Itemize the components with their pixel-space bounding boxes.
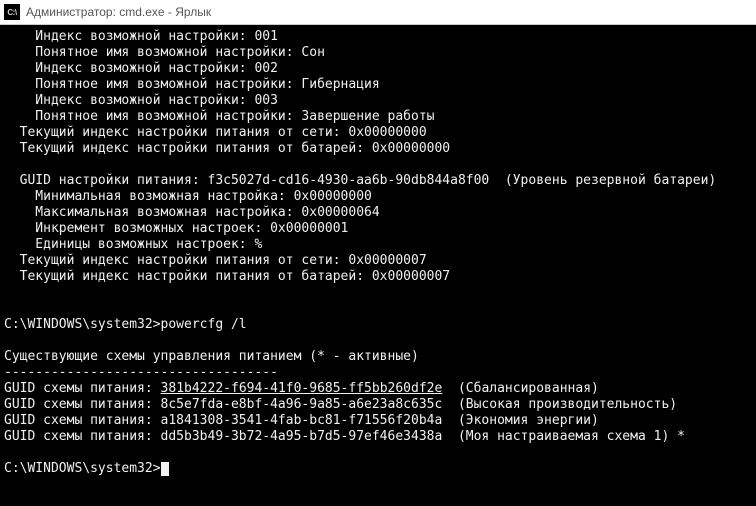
console-line: Индекс возможной настройки: 003 (4, 93, 756, 109)
console-line (4, 445, 756, 461)
console-line: GUID схемы питания: 8c5e7fda-e8bf-4a96-9… (4, 397, 756, 413)
console-line: Максимальная возможная настройка: 0x0000… (4, 205, 756, 221)
console-line: Текущий индекс настройки питания от сети… (4, 125, 756, 141)
console-line: Текущий индекс настройки питания от сети… (4, 253, 756, 269)
console-line: ----------------------------------- (4, 365, 756, 381)
cursor (161, 462, 169, 476)
titlebar[interactable]: C:\ Администратор: cmd.exe - Ярлык (0, 0, 756, 25)
console-line: Текущий индекс настройки питания от бата… (4, 141, 756, 157)
console-line (4, 285, 756, 301)
console-line: Существующие схемы управления питанием (… (4, 349, 756, 365)
cmd-window: C:\ Администратор: cmd.exe - Ярлык Индек… (0, 0, 756, 506)
console-line: GUID схемы питания: 381b4222-f694-41f0-9… (4, 381, 756, 397)
window-title: Администратор: cmd.exe - Ярлык (26, 5, 211, 19)
console-line: Понятное имя возможной настройки: Сон (4, 45, 756, 61)
console-line: C:\WINDOWS\system32> (4, 461, 756, 477)
console-line: Понятное имя возможной настройки: Заверш… (4, 109, 756, 125)
console-line: GUID схемы питания: dd5b3b49-3b72-4a95-b… (4, 429, 756, 445)
console-line: Понятное имя возможной настройки: Гиберн… (4, 77, 756, 93)
console-line: Индекс возможной настройки: 002 (4, 61, 756, 77)
console-line (4, 333, 756, 349)
console-line: Минимальная возможная настройка: 0x00000… (4, 189, 756, 205)
console-line: C:\WINDOWS\system32>powercfg /l (4, 317, 756, 333)
console-line: Единицы возможных настроек: % (4, 237, 756, 253)
highlighted-guid: 381b4222-f694-41f0-9685-ff5bb260df2e (161, 381, 443, 396)
console-line: GUID схемы питания: a1841308-3541-4fab-b… (4, 413, 756, 429)
console-line: GUID настройки питания: f3c5027d-cd16-49… (4, 173, 756, 189)
cmd-icon: C:\ (4, 4, 20, 20)
console-output[interactable]: Индекс возможной настройки: 001 Понятное… (0, 25, 756, 481)
console-line: Инкремент возможных настроек: 0x00000001 (4, 221, 756, 237)
console-line: Индекс возможной настройки: 001 (4, 29, 756, 45)
console-line (4, 157, 756, 173)
console-line (4, 301, 756, 317)
console-line: Текущий индекс настройки питания от бата… (4, 269, 756, 285)
